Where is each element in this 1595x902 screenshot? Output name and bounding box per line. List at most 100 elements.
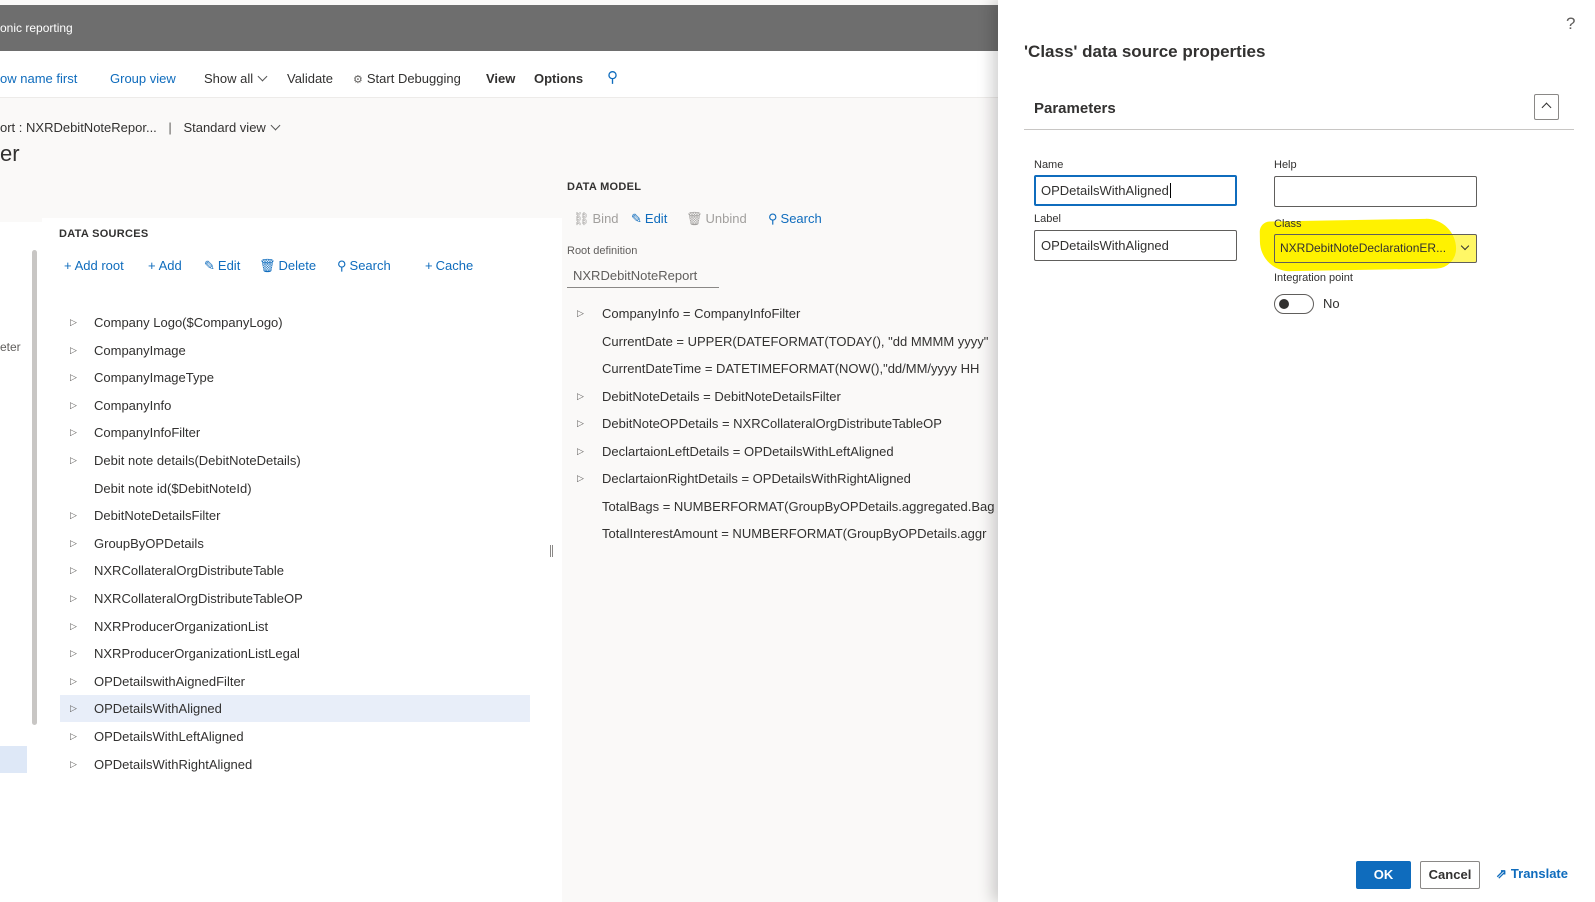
data-source-row[interactable]: ▷ NXRProducerOrganizationListLegal <box>60 640 530 667</box>
data-source-row[interactable]: ▷ OPDetailsWithRightAligned <box>60 751 530 778</box>
data-source-label: DebitNoteDetailsFilter <box>94 508 221 524</box>
model-search-button[interactable]: ⚲ Search <box>768 211 822 227</box>
help-input[interactable] <box>1274 176 1477 207</box>
expand-arrow-icon[interactable]: ▷ <box>70 695 77 722</box>
bind-label: Bind <box>592 211 619 226</box>
data-model-row[interactable]: TotalInterestAmount = NUMBERFORMAT(Group… <box>567 520 997 547</box>
expand-arrow-icon[interactable]: ▷ <box>70 364 77 391</box>
expand-arrow-icon[interactable]: ▷ <box>577 410 584 437</box>
group-view-button[interactable]: Group view <box>110 71 176 86</box>
expand-arrow-icon[interactable]: ▷ <box>70 613 77 640</box>
add-root-label: Add root <box>74 258 124 273</box>
data-source-label: NXRProducerOrganizationListLegal <box>94 646 300 662</box>
label-field-label: Label <box>1034 213 1061 225</box>
expand-arrow-icon[interactable]: ▷ <box>70 447 77 474</box>
expand-arrow-icon[interactable]: ▷ <box>70 419 77 446</box>
model-search-label: Search <box>780 211 822 226</box>
model-edit-button[interactable]: ✎ Edit <box>631 211 667 227</box>
integration-point-toggle[interactable] <box>1274 294 1314 314</box>
pencil-icon: ✎ <box>204 258 215 273</box>
data-model-row[interactable]: ▷ CompanyInfo = CompanyInfoFilter <box>567 300 997 327</box>
expand-arrow-icon[interactable]: ▷ <box>577 383 584 410</box>
left-scrollbar[interactable] <box>32 250 37 725</box>
ok-button[interactable]: OK <box>1356 861 1411 889</box>
expand-arrow-icon[interactable]: ▷ <box>70 557 77 584</box>
data-model-label: DebitNoteOPDetails = NXRCollateralOrgDis… <box>602 416 942 431</box>
expand-arrow-icon[interactable]: ▷ <box>577 465 584 492</box>
delete-button[interactable]: 🗑 Delete <box>259 258 316 274</box>
expand-arrow-icon[interactable]: ▷ <box>70 337 77 364</box>
data-source-row[interactable]: ▷ OPDetailsWithLeftAligned <box>60 723 530 750</box>
data-source-row[interactable]: ▷ Company Logo($CompanyLogo) <box>60 309 530 336</box>
expand-arrow-icon[interactable]: ▷ <box>70 585 77 612</box>
expand-arrow-icon[interactable]: ▷ <box>577 438 584 465</box>
data-model-label: TotalBags = NUMBERFORMAT(GroupByOPDetail… <box>602 498 995 514</box>
panel-splitter-handle[interactable] <box>550 545 553 557</box>
data-source-row[interactable]: ▷ OPDetailswithAignedFilter <box>60 668 530 695</box>
data-model-row[interactable]: ▷ DeclartaionRightDetails = OPDetailsWith… <box>567 465 997 492</box>
help-button[interactable]: ? <box>1566 14 1575 34</box>
view-selector[interactable]: Standard view <box>183 120 281 135</box>
translate-label: Translate <box>1510 866 1568 881</box>
properties-dialog: ? 'Class' data source properties Paramet… <box>998 0 1595 902</box>
data-model-row[interactable]: CurrentDate = UPPER(DATEFORMAT(TODAY(), … <box>567 328 997 355</box>
data-source-row[interactable]: ▷ NXRCollateralOrgDistributeTableOP <box>60 585 530 612</box>
add-root-button[interactable]: + Add root <box>64 258 124 273</box>
search-icon[interactable]: ⚲ <box>607 68 618 86</box>
expand-arrow-icon[interactable]: ▷ <box>577 300 584 327</box>
data-model-label: CompanyInfo = CompanyInfoFilter <box>602 306 801 321</box>
data-model-row[interactable]: ▷ DebitNoteOPDetails = NXRCollateralOrgDi… <box>567 410 997 437</box>
unbind-button[interactable]: 🗑 Unbind <box>686 211 747 227</box>
text-cursor <box>1169 183 1171 198</box>
data-source-row[interactable]: ▷ CompanyImage <box>60 337 530 364</box>
options-tab[interactable]: Options <box>534 71 583 86</box>
data-source-row[interactable]: ▷ NXRCollateralOrgDistributeTable <box>60 557 530 584</box>
expand-arrow-icon[interactable]: ▷ <box>70 309 77 336</box>
data-source-row[interactable]: ▷ GroupByOPDetails <box>60 530 530 557</box>
root-definition-field[interactable]: NXRDebitNoteReport <box>567 264 719 288</box>
data-model-row[interactable]: ▷ DeclartaionLeftDetails = OPDetailsWithL… <box>567 438 997 465</box>
data-model-row[interactable]: CurrentDateTime = DATETIMEFORMAT(NOW(),"… <box>567 355 997 382</box>
root-definition-label: Root definition <box>567 245 638 257</box>
translate-icon: ⇗ <box>1496 866 1507 881</box>
label-input[interactable]: OPDetailsWithAligned <box>1034 230 1237 261</box>
data-source-row[interactable]: ▷ CompanyInfoFilter <box>60 419 530 446</box>
name-input[interactable]: OPDetailsWithAligned <box>1034 175 1237 206</box>
expand-arrow-icon[interactable]: ▷ <box>70 392 77 419</box>
expand-arrow-icon[interactable]: ▷ <box>70 668 77 695</box>
view-tab[interactable]: View <box>486 71 515 86</box>
validate-button[interactable]: Validate <box>287 71 333 86</box>
add-button[interactable]: + Add <box>148 258 182 273</box>
data-source-row[interactable]: Debit note id($DebitNoteId) <box>60 475 530 502</box>
translate-button[interactable]: ⇗ Translate <box>1496 866 1568 882</box>
breadcrumb-report[interactable]: ort : NXRDebitNoteRepor... <box>0 120 157 135</box>
expand-arrow-icon[interactable]: ▷ <box>70 502 77 529</box>
edit-button[interactable]: ✎ Edit <box>204 258 240 274</box>
cancel-button[interactable]: Cancel <box>1420 861 1480 889</box>
collapse-button[interactable] <box>1534 94 1559 120</box>
data-source-row[interactable]: ▷ OPDetailsWithAligned <box>60 695 530 723</box>
data-source-row[interactable]: ▷ CompanyImageType <box>60 364 530 391</box>
expand-arrow-icon[interactable]: ▷ <box>70 723 77 750</box>
expand-arrow-icon[interactable]: ▷ <box>70 751 77 778</box>
data-source-row[interactable]: ▷ NXRProducerOrganizationList <box>60 613 530 640</box>
data-source-label: CompanyImageType <box>94 370 214 386</box>
data-model-row[interactable]: TotalBags = NUMBERFORMAT(GroupByOPDetail… <box>567 493 997 520</box>
show-all-dropdown[interactable]: Show all <box>204 71 268 86</box>
show-name-first-button[interactable]: ow name first <box>0 71 77 86</box>
data-source-row[interactable]: ▷ Debit note details(DebitNoteDetails) <box>60 447 530 474</box>
expand-arrow-icon[interactable]: ▷ <box>70 530 77 557</box>
class-select[interactable]: NXRDebitNoteDeclarationER... <box>1274 234 1477 263</box>
cache-label: Cache <box>435 258 474 273</box>
start-debugging-button[interactable]: ⚙ Start Debugging <box>353 71 461 86</box>
bind-button[interactable]: ⛓ Bind <box>573 211 619 227</box>
cache-button[interactable]: + Cache <box>425 258 473 273</box>
data-source-row[interactable]: ▷ DebitNoteDetailsFilter <box>60 502 530 529</box>
left-selected-row[interactable] <box>0 746 27 773</box>
app-title: onic reporting <box>0 21 73 35</box>
plus-icon: + <box>148 258 156 273</box>
data-source-row[interactable]: ▷ CompanyInfo <box>60 392 530 419</box>
data-model-row[interactable]: ▷ DebitNoteDetails = DebitNoteDetailsFilt… <box>567 383 997 410</box>
search-button[interactable]: ⚲ Search <box>337 258 391 274</box>
expand-arrow-icon[interactable]: ▷ <box>70 640 77 667</box>
